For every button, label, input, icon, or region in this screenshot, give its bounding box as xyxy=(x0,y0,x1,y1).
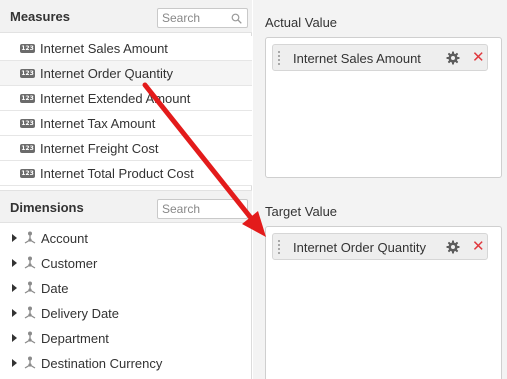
dimension-label: Customer xyxy=(41,256,98,271)
measure-item-internet-sales-amount[interactable]: 123 Internet Sales Amount xyxy=(0,36,252,61)
measure-label: Internet Sales Amount xyxy=(40,41,168,56)
measures-header: Measures xyxy=(0,0,252,33)
dimension-item-account[interactable]: Account xyxy=(0,226,252,251)
caret-right-icon[interactable] xyxy=(12,259,17,267)
measure-label: Internet Freight Cost xyxy=(40,141,159,156)
dimensions-title: Dimensions xyxy=(10,200,84,215)
measures-search-box[interactable] xyxy=(157,8,248,28)
target-value-chip-label: Internet Order Quantity xyxy=(293,240,426,255)
number-icon: 123 xyxy=(20,69,35,78)
measure-item-internet-total-product-cost[interactable]: 123 Internet Total Product Cost xyxy=(0,161,252,186)
field-list-panel: Measures 123 Internet Sales Amount 123 I… xyxy=(0,0,252,379)
search-icon xyxy=(231,13,242,24)
measure-item-internet-freight-cost[interactable]: 123 Internet Freight Cost xyxy=(0,136,252,161)
drag-handle-icon[interactable] xyxy=(278,51,282,65)
field-wells-panel: Actual Value Internet Sales Amount ✕ Tar… xyxy=(253,0,507,379)
caret-right-icon[interactable] xyxy=(12,234,17,242)
measure-item-internet-tax-amount[interactable]: 123 Internet Tax Amount xyxy=(0,111,252,136)
measure-label: Internet Order Quantity xyxy=(40,66,173,81)
number-icon: 123 xyxy=(20,119,35,128)
measures-list: 123 Internet Sales Amount 123 Internet O… xyxy=(0,36,252,186)
target-value-title: Target Value xyxy=(265,204,338,219)
number-icon: 123 xyxy=(20,44,35,53)
measure-label: Internet Extended Amount xyxy=(40,91,191,106)
close-icon[interactable]: ✕ xyxy=(472,238,485,255)
caret-right-icon[interactable] xyxy=(12,309,17,317)
measure-label: Internet Total Product Cost xyxy=(40,166,194,181)
caret-right-icon[interactable] xyxy=(12,359,17,367)
dimension-item-destination-currency[interactable]: Destination Currency xyxy=(0,351,252,376)
dimension-label: Date xyxy=(41,281,69,296)
target-value-drop-zone[interactable]: Internet Order Quantity ✕ xyxy=(265,226,502,379)
number-icon: 123 xyxy=(20,169,35,178)
hierarchy-icon xyxy=(24,281,36,294)
actual-value-chip-label: Internet Sales Amount xyxy=(293,51,421,66)
caret-right-icon[interactable] xyxy=(12,334,17,342)
dimension-item-customer[interactable]: Customer xyxy=(0,251,252,276)
hierarchy-icon xyxy=(24,356,36,369)
dimension-label: Account xyxy=(41,231,88,246)
dimension-item-date[interactable]: Date xyxy=(0,276,252,301)
gear-icon[interactable] xyxy=(446,51,460,65)
target-value-chip[interactable]: Internet Order Quantity ✕ xyxy=(272,233,488,260)
close-icon[interactable]: ✕ xyxy=(472,49,485,66)
dimension-label: Delivery Date xyxy=(41,306,120,321)
dimensions-header: Dimensions xyxy=(0,190,252,223)
hierarchy-icon xyxy=(24,256,36,269)
measures-title: Measures xyxy=(10,9,70,24)
gear-icon[interactable] xyxy=(446,240,460,254)
dimension-item-department[interactable]: Department xyxy=(0,326,252,351)
number-icon: 123 xyxy=(20,144,35,153)
actual-value-chip[interactable]: Internet Sales Amount ✕ xyxy=(272,44,488,71)
hierarchy-icon xyxy=(24,231,36,244)
actual-value-drop-zone[interactable]: Internet Sales Amount ✕ xyxy=(265,37,502,178)
hierarchy-icon xyxy=(24,306,36,319)
dimensions-list: Account Customer Date Delivery Date Depa… xyxy=(0,226,252,376)
dimension-item-delivery-date[interactable]: Delivery Date xyxy=(0,301,252,326)
dimension-label: Department xyxy=(41,331,109,346)
measure-label: Internet Tax Amount xyxy=(40,116,156,131)
measures-search-input[interactable] xyxy=(162,10,230,26)
actual-value-title: Actual Value xyxy=(265,15,338,30)
dimensions-search-box[interactable] xyxy=(157,199,248,219)
measure-item-internet-order-quantity[interactable]: 123 Internet Order Quantity xyxy=(0,61,252,86)
caret-right-icon[interactable] xyxy=(12,284,17,292)
dimension-label: Destination Currency xyxy=(41,356,163,371)
drag-handle-icon[interactable] xyxy=(278,240,282,254)
dimensions-search-input[interactable] xyxy=(162,201,230,217)
hierarchy-icon xyxy=(24,331,36,344)
measure-item-internet-extended-amount[interactable]: 123 Internet Extended Amount xyxy=(0,86,252,111)
number-icon: 123 xyxy=(20,94,35,103)
